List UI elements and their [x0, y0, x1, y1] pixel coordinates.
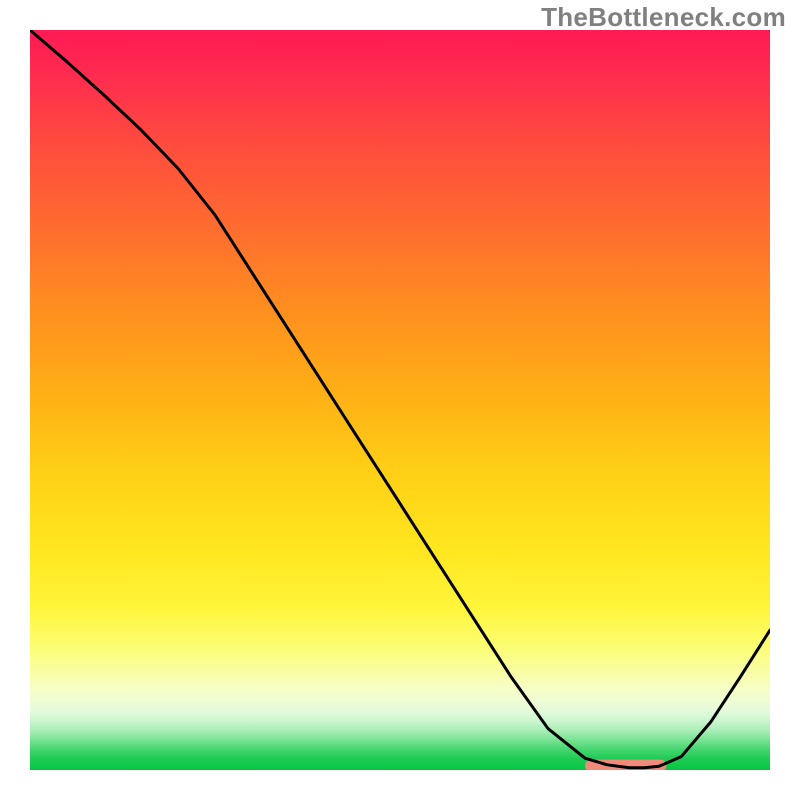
curve-layer — [30, 30, 770, 770]
bottleneck-curve-path — [30, 30, 770, 768]
chart-stage: TheBottleneck.com — [0, 0, 800, 800]
plot-area — [30, 30, 770, 770]
watermark-text: TheBottleneck.com — [541, 2, 786, 33]
